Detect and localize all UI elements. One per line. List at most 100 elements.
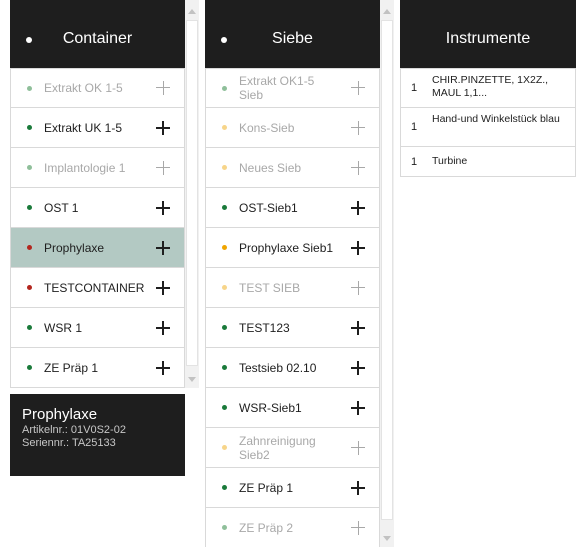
scroll-down-icon[interactable] [383,536,391,541]
add-icon[interactable] [351,440,365,455]
detail-artikelnr: Artikelnr.: 01V0S2-02 [22,424,126,436]
list-item-test-sieb[interactable]: TEST SIEB [205,268,380,308]
scroll-down-icon[interactable] [188,377,196,382]
list-item-label: ZE Präp 1 [239,480,294,495]
add-icon[interactable] [156,120,170,135]
list-item-label: WSR 1 [44,320,83,335]
list-item-label: Neues Sieb [239,160,302,175]
list-item-testcontainer[interactable]: TESTCONTAINER [10,268,185,308]
add-icon[interactable] [156,200,170,215]
list-item-label: Prophylaxe [44,240,105,255]
siebe-list: Extrakt OK1-5 Sieb Kons-Sieb Neues Sieb OST… [205,68,380,547]
container-panel: Container Extrakt OK 1-5 Extrakt UK 1-5 Im… [10,0,199,390]
status-dot-icon [27,125,32,130]
add-icon[interactable] [351,160,365,175]
scroll-thumb[interactable] [186,20,198,366]
siebe-title: Siebe [272,30,313,47]
list-item-ost-sieb1[interactable]: OST-Sieb1 [205,188,380,228]
status-dot-icon [27,85,32,91]
add-icon[interactable] [156,320,170,335]
instrument-row[interactable]: 1 CHIR.PINZETTE, 1X2Z., MAUL 1,1... [400,68,576,108]
list-item-label: TEST SIEB [239,280,301,295]
status-dot-icon [222,485,227,490]
add-icon[interactable] [351,400,365,415]
add-icon[interactable] [351,520,365,535]
list-item-zahnreinigung-sieb2[interactable]: Zahnreinigung Sieb2 [205,428,380,468]
instrument-quantity: 1 [411,82,418,94]
siebe-panel: Siebe Extrakt OK1-5 Sieb Kons-Sieb Neues S… [205,0,394,547]
add-icon[interactable] [351,320,365,335]
list-item-extrakt-ok1-5-sieb[interactable]: Extrakt OK1-5 Sieb [205,68,380,108]
add-icon[interactable] [351,280,365,295]
status-dot-icon [222,405,227,410]
status-dot-icon [27,165,32,170]
add-icon[interactable] [351,81,365,95]
list-item-label: ZE Präp 2 [239,520,294,535]
detail-seriennr: Seriennr.: TA25133 [22,437,116,449]
add-icon[interactable] [156,240,170,255]
list-item-label: OST-Sieb1 [239,200,298,215]
scroll-up-icon[interactable] [188,9,196,14]
list-item-label: Testsieb 02.10 [239,360,317,375]
status-dot-icon [27,245,32,250]
list-item-label: Implantologie 1 [44,160,126,175]
list-item-ze-präp-2[interactable]: ZE Präp 2 [205,508,380,547]
status-dot-icon [222,85,227,91]
add-icon[interactable] [156,81,170,95]
list-item-ze-präp-1[interactable]: ZE Präp 1 [205,468,380,508]
list-item-wsr-sieb1[interactable]: WSR-Sieb1 [205,388,380,428]
status-dot-icon [222,325,227,330]
instrumente-list: 1 CHIR.PINZETTE, 1X2Z., MAUL 1,1... 1 Hand-… [400,68,576,177]
list-item-kons-sieb[interactable]: Kons-Sieb [205,108,380,148]
list-item-label: TEST123 [239,320,290,335]
list-item-ze-präp-1[interactable]: ZE Präp 1 [10,348,185,388]
list-item-testsieb-02-10[interactable]: Testsieb 02.10 [205,348,380,388]
list-item-label: Extrakt UK 1-5 [44,120,123,135]
add-icon[interactable] [156,360,170,375]
scroll-up-icon[interactable] [383,9,391,14]
list-item-wsr-1[interactable]: WSR 1 [10,308,185,348]
scroll-thumb[interactable] [381,20,393,520]
add-icon[interactable] [351,240,365,255]
add-icon[interactable] [351,200,365,215]
list-item-label: OST 1 [44,200,79,215]
status-dot-icon [222,245,227,250]
status-dot-icon [222,445,227,450]
list-item-neues-sieb[interactable]: Neues Sieb [205,148,380,188]
list-item-test123[interactable]: TEST123 [205,308,380,348]
status-dot-icon [27,205,32,210]
status-dot-icon [27,285,32,290]
instrument-quantity: 1 [411,121,418,133]
list-item-label: Extrakt OK 1-5 [44,81,123,95]
instrument-name: Hand-und Winkelstück blau [432,113,560,125]
add-icon[interactable] [156,280,170,295]
status-dot-icon [27,365,32,370]
instrument-quantity: 1 [411,156,418,168]
container-scrollbar[interactable] [185,0,199,388]
instrument-row[interactable]: 1 Hand-und Winkelstück blau [400,108,576,147]
status-dot-icon [222,525,227,530]
add-icon[interactable] [156,160,170,175]
list-item-label: ZE Präp 1 [44,360,99,375]
instrument-name: Turbine [432,155,468,167]
list-item-implantologie-1[interactable]: Implantologie 1 [10,148,185,188]
list-item-ost-1[interactable]: OST 1 [10,188,185,228]
list-item-label: Kons-Sieb [239,120,295,135]
instrument-row[interactable]: 1 Turbine [400,147,576,177]
siebe-scrollbar[interactable] [380,0,394,547]
list-item-prophylaxe-sieb1[interactable]: Prophylaxe Sieb1 [205,228,380,268]
detail-name: Prophylaxe [22,406,98,423]
status-dot-icon [222,205,227,210]
list-item-extrakt-uk-1-5[interactable]: Extrakt UK 1-5 [10,108,185,148]
add-icon[interactable] [351,360,365,375]
list-item-label: Zahnreinigung Sieb2 [239,433,316,462]
add-icon[interactable] [351,480,365,495]
list-item-label: WSR-Sieb1 [239,400,302,415]
list-item-extrakt-ok-1-5[interactable]: Extrakt OK 1-5 [10,68,185,108]
list-item-label: Prophylaxe Sieb1 [239,240,334,255]
list-item-label: Extrakt OK1-5 Sieb [239,74,315,102]
status-dot-icon [222,365,227,370]
list-item-prophylaxe[interactable]: Prophylaxe [10,228,185,268]
container-list: Extrakt OK 1-5 Extrakt UK 1-5 Implantologi… [10,68,185,388]
add-icon[interactable] [351,120,365,135]
